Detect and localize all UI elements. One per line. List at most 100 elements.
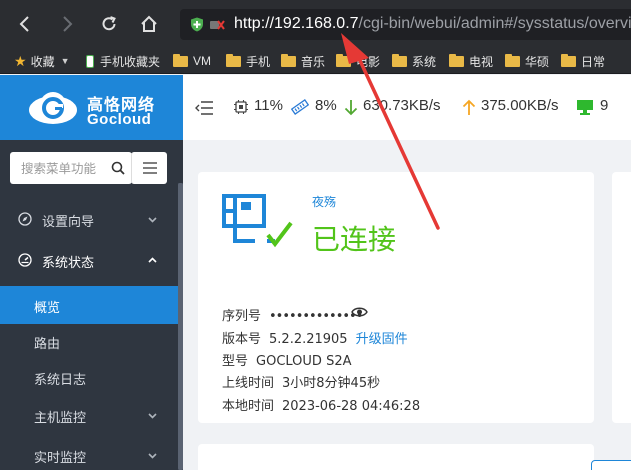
collapse-sidebar-icon[interactable] bbox=[195, 101, 213, 115]
bookmark-daily[interactable]: 日常 bbox=[561, 52, 605, 70]
bookmark-mobile[interactable]: 手机收藏夹 bbox=[86, 52, 160, 70]
sidebar-item-setup-wizard[interactable]: 设置向导 bbox=[0, 200, 178, 238]
menu-search-input[interactable] bbox=[10, 152, 110, 184]
bookmark-asus[interactable]: 华硕 bbox=[505, 52, 549, 70]
version-value: 5.2.2.21905 bbox=[269, 332, 348, 347]
home-button[interactable] bbox=[134, 9, 164, 39]
sidebar-item-label: 实时监控 bbox=[34, 451, 87, 466]
status-header: 11% 8% 630.73KB/s 375.00KB/s 9 bbox=[183, 75, 631, 140]
memory-usage: 8% bbox=[315, 97, 337, 114]
sidebar-item-label: 系统状态 bbox=[42, 256, 95, 271]
bookmark-phone[interactable]: 手机 bbox=[226, 52, 270, 70]
upgrade-firmware-link[interactable]: 升级固件 bbox=[356, 332, 408, 347]
upload-speed: 375.00KB/s bbox=[481, 97, 559, 114]
chevron-down-icon bbox=[148, 217, 157, 223]
chevron-up-icon bbox=[148, 257, 157, 263]
bookmark-system[interactable]: 系统 bbox=[392, 52, 436, 70]
memory-icon bbox=[291, 99, 309, 115]
sidebar-item-system-status[interactable]: 系统状态 bbox=[0, 241, 178, 279]
star-icon: ★ bbox=[14, 52, 27, 69]
device-name: 夜殇 bbox=[312, 195, 337, 209]
bookmark-label: 手机 bbox=[246, 54, 271, 69]
forward-arrow-icon bbox=[63, 16, 73, 32]
bookmark-label: 电视 bbox=[469, 54, 494, 69]
version-label: 版本号 bbox=[222, 332, 262, 347]
serial-value: •••••••••••••• bbox=[269, 309, 363, 324]
sidebar-item-system-log[interactable]: 系统日志 bbox=[0, 358, 178, 396]
brand-name-en: Gocloud bbox=[87, 111, 152, 128]
folder-icon bbox=[281, 53, 296, 67]
bookmark-label: 华硕 bbox=[525, 54, 550, 69]
sidebar-item-label: 主机监控 bbox=[34, 411, 87, 426]
side-card bbox=[612, 172, 631, 423]
eye-icon[interactable] bbox=[351, 306, 368, 318]
folder-icon bbox=[505, 53, 520, 67]
sidebar-item-label: 系统日志 bbox=[34, 373, 87, 388]
sidebar-scrollbar[interactable] bbox=[178, 183, 183, 470]
sidebar-item-host-monitor[interactable]: 主机监控 bbox=[0, 396, 178, 434]
bookmark-label: VM bbox=[193, 54, 211, 68]
folder-icon bbox=[173, 53, 188, 67]
model-row: 型号 GOCLOUD S2A bbox=[222, 350, 351, 369]
download-arrow-icon bbox=[344, 100, 358, 116]
bookmark-label: 系统 bbox=[412, 54, 437, 69]
bottom-card bbox=[198, 444, 594, 470]
sidebar-item-overview[interactable]: 概览 bbox=[0, 286, 178, 324]
bookmark-movies[interactable]: 电影 bbox=[336, 52, 380, 70]
bookmark-music[interactable]: 音乐 bbox=[281, 52, 325, 70]
serial-row: 序列号 •••••••••••••• bbox=[222, 305, 363, 324]
bookmark-label: 手机收藏夹 bbox=[100, 54, 161, 69]
folder-icon bbox=[449, 53, 464, 67]
uptime-value: 3小时8分钟45秒 bbox=[282, 376, 381, 391]
sidebar-item-realtime-monitor[interactable]: 实时监控 bbox=[0, 436, 178, 470]
bottom-right-button[interactable] bbox=[591, 460, 631, 470]
reload-button[interactable] bbox=[94, 9, 124, 39]
model-label: 型号 bbox=[222, 354, 249, 369]
address-bar[interactable]: http://192.168.0.7/cgi-bin/webui/admin#/… bbox=[180, 9, 631, 40]
chevron-down-icon bbox=[148, 413, 157, 419]
forward-button[interactable] bbox=[52, 9, 82, 39]
url-host: http://192.168.0.7 bbox=[234, 15, 359, 32]
sidebar-item-label: 路由 bbox=[34, 337, 61, 352]
insecure-content-icon bbox=[210, 20, 225, 30]
hamburger-icon bbox=[142, 162, 157, 174]
bookmark-label: 音乐 bbox=[301, 54, 326, 69]
folder-icon bbox=[336, 53, 351, 67]
bookmark-vm[interactable]: VM bbox=[173, 52, 211, 70]
shield-icon bbox=[191, 17, 203, 32]
scrollbar-thumb[interactable] bbox=[178, 183, 183, 470]
chevron-down-icon bbox=[148, 453, 157, 459]
dashboard-gauge-icon bbox=[18, 253, 32, 267]
bookmark-tv[interactable]: 电视 bbox=[449, 52, 493, 70]
model-value: GOCLOUD S2A bbox=[256, 354, 352, 369]
bookmark-label: 收藏 bbox=[30, 54, 55, 69]
localtime-value: 2023-06-28 04:46:28 bbox=[282, 399, 421, 414]
sidebar-item-label: 设置向导 bbox=[42, 215, 95, 230]
localtime-row: 本地时间 2023-06-28 04:46:28 bbox=[222, 395, 420, 414]
sidebar-item-routing[interactable]: 路由 bbox=[0, 322, 178, 360]
folder-icon bbox=[561, 53, 576, 67]
connection-status: 已连接 bbox=[312, 223, 397, 256]
back-button[interactable] bbox=[10, 9, 40, 39]
home-icon bbox=[141, 15, 157, 32]
phone-icon bbox=[86, 54, 94, 68]
brand-header[interactable]: 高恪网络 Gocloud bbox=[0, 75, 183, 140]
folder-icon bbox=[226, 53, 241, 67]
bookmark-favorites[interactable]: ★ 收藏 ▼ bbox=[14, 52, 70, 70]
menu-toggle-button[interactable] bbox=[131, 152, 167, 184]
uptime-row: 上线时间 3小时8分钟45秒 bbox=[222, 372, 380, 391]
uptime-label: 上线时间 bbox=[222, 376, 275, 391]
menu-search bbox=[10, 152, 132, 184]
monitor-icon bbox=[577, 100, 593, 115]
browser-toolbar: http://192.168.0.7/cgi-bin/webui/admin#/… bbox=[0, 0, 631, 48]
cpu-usage: 11% bbox=[254, 97, 283, 114]
sidebar-item-label: 概览 bbox=[34, 301, 61, 316]
gocloud-logo-icon bbox=[29, 92, 77, 124]
localtime-label: 本地时间 bbox=[222, 399, 275, 414]
bookmarks-bar: ★ 收藏 ▼ 手机收藏夹 VM 手机 音乐 电影 系统 电视 华硕 日常 bbox=[0, 48, 631, 74]
search-icon[interactable] bbox=[111, 161, 125, 175]
bookmark-label: 电影 bbox=[356, 54, 381, 69]
router-connected-icon bbox=[222, 194, 293, 248]
menu-search-row bbox=[0, 140, 183, 198]
reload-icon bbox=[102, 16, 116, 31]
